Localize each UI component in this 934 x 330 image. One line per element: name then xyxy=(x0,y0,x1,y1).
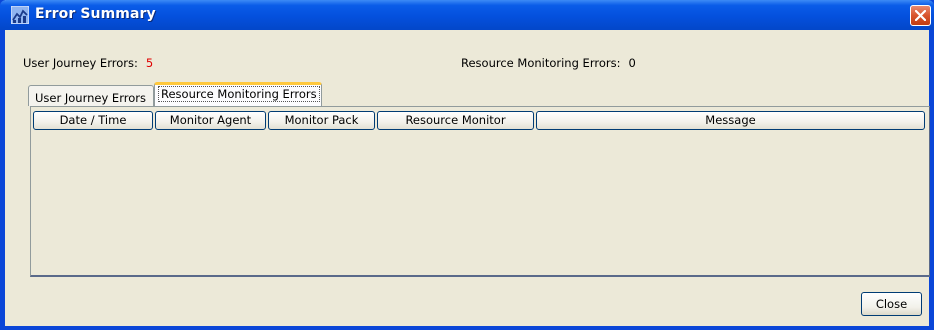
title-bar[interactable]: Error Summary xyxy=(0,0,934,30)
column-header-date-time[interactable]: Date / Time xyxy=(33,111,153,130)
error-summary-window: Error Summary User Journey Errors: 5 Reso… xyxy=(0,0,934,330)
resource-monitoring-errors-label: Resource Monitoring Errors: xyxy=(461,56,621,70)
chart-window-icon xyxy=(10,5,30,25)
resource-monitoring-errors-table: Date / Time Monitor Agent Monitor Pack R… xyxy=(30,106,930,277)
close-icon[interactable] xyxy=(910,5,931,26)
resource-monitoring-errors-summary: Resource Monitoring Errors: 0 xyxy=(461,56,636,70)
window-title: Error Summary xyxy=(35,6,156,22)
tab-label: Resource Monitoring Errors xyxy=(158,86,320,102)
tab-user-journey-errors[interactable]: User Journey Errors xyxy=(28,85,154,106)
column-header-monitor-agent[interactable]: Monitor Agent xyxy=(155,111,266,130)
user-journey-errors-summary: User Journey Errors: 5 xyxy=(23,56,153,70)
column-header-monitor-pack[interactable]: Monitor Pack xyxy=(268,111,375,130)
tab-resource-monitoring-errors[interactable]: Resource Monitoring Errors xyxy=(154,82,322,106)
close-button[interactable]: Close xyxy=(861,292,922,316)
user-journey-errors-label: User Journey Errors: xyxy=(23,56,138,70)
user-journey-errors-count: 5 xyxy=(145,56,154,70)
column-header-resource-monitor[interactable]: Resource Monitor xyxy=(377,111,534,130)
column-header-message[interactable]: Message xyxy=(536,111,925,130)
resource-monitoring-errors-count: 0 xyxy=(628,56,636,70)
